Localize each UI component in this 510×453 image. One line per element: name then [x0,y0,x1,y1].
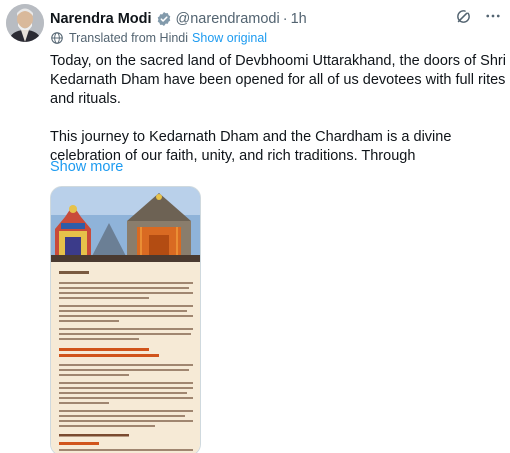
tweet: Narendra Modi @narendramodi · 1h Transla… [0,0,510,453]
show-original-link[interactable]: Show original [192,31,267,45]
author-avatar[interactable] [6,4,44,42]
temple-letter-image [51,187,200,453]
more-options-icon[interactable] [484,7,502,25]
author-name[interactable]: Narendra Modi [50,11,152,27]
verified-badge-icon [156,11,172,27]
top-actions [454,7,502,25]
author-handle[interactable]: @narendramodi [176,11,280,27]
translation-note: Translated from Hindi Show original [50,31,267,45]
grok-icon[interactable] [454,7,472,25]
translation-label: Translated from Hindi [69,31,189,45]
tweet-text: Today, on the sacred land of Devbhoomi U… [50,52,506,166]
globe-icon [50,31,64,45]
separator-dot: · [282,11,288,27]
tweet-image[interactable] [50,186,201,453]
post-timestamp[interactable]: 1h [291,11,307,27]
show-more-link[interactable]: Show more [50,159,123,175]
tweet-paragraph-1: Today, on the sacred land of Devbhoomi U… [50,53,506,107]
tweet-header: Narendra Modi @narendramodi · 1h [50,9,502,29]
